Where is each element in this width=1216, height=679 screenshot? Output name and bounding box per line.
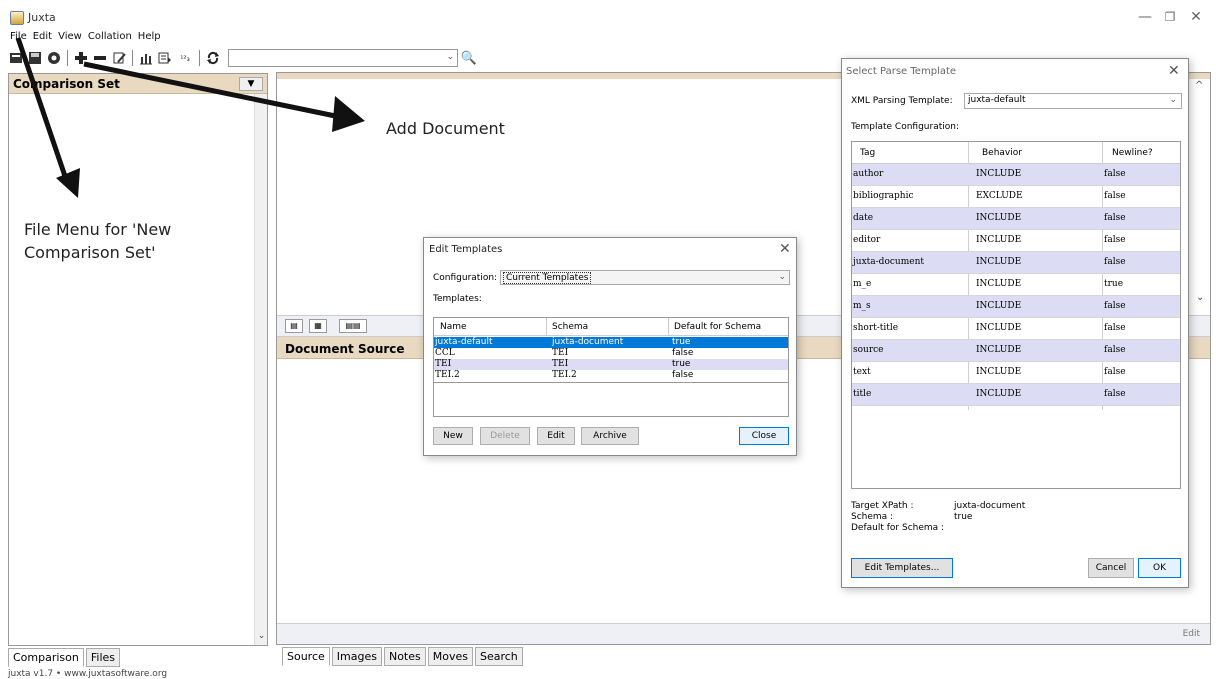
- cell-behavior: EXCLUDE: [976, 191, 1023, 201]
- xml-template-label: XML Parsing Template:: [851, 96, 953, 106]
- edit-templates-button[interactable]: Edit Templates...: [851, 558, 953, 578]
- table-row[interactable]: text INCLUDE false: [852, 362, 1180, 384]
- default-schema-label: Default for Schema :: [851, 523, 945, 533]
- close-button[interactable]: Close: [739, 427, 789, 445]
- cell-behavior: INCLUDE: [976, 323, 1022, 333]
- close-icon[interactable]: ✕: [1168, 63, 1180, 79]
- scroll-down-icon[interactable]: ⌄: [1196, 292, 1204, 303]
- edit-templates-title: Edit Templates: [429, 244, 503, 255]
- cell-newline: false: [1104, 169, 1126, 179]
- cell-tag: short-title: [853, 323, 899, 333]
- cell-behavior: INCLUDE: [976, 213, 1022, 223]
- scroll-up-icon[interactable]: ^: [1195, 80, 1203, 91]
- cell-behavior: INCLUDE: [976, 279, 1022, 289]
- configuration-label: Configuration:: [433, 273, 498, 283]
- chevron-down-icon[interactable]: ⌄: [778, 272, 786, 282]
- templates-label: Templates:: [433, 294, 482, 304]
- column-tag[interactable]: Tag: [860, 148, 875, 158]
- close-icon[interactable]: ✕: [779, 241, 791, 257]
- cell-tag: bibliographic: [853, 191, 914, 201]
- ok-button[interactable]: OK: [1138, 558, 1181, 578]
- cell-newline: false: [1104, 257, 1126, 267]
- column-name[interactable]: Name: [440, 322, 467, 332]
- cell-behavior: INCLUDE: [976, 169, 1022, 179]
- cell-behavior: INCLUDE: [976, 257, 1022, 267]
- cell-tag: m_s: [853, 301, 871, 311]
- table-row[interactable]: source INCLUDE false: [852, 340, 1180, 362]
- cancel-button[interactable]: Cancel: [1088, 558, 1134, 578]
- cell-newline: false: [1104, 301, 1126, 311]
- cell-behavior: INCLUDE: [976, 301, 1022, 311]
- column-newline[interactable]: Newline?: [1112, 148, 1153, 158]
- cell-newline: false: [1104, 235, 1126, 245]
- cell-newline: false: [1104, 213, 1126, 223]
- cell-behavior: INCLUDE: [976, 235, 1022, 245]
- arrow-file-menu: [15, 37, 71, 186]
- column-schema[interactable]: Schema: [552, 322, 588, 332]
- cell-behavior: INCLUDE: [976, 367, 1022, 377]
- cell-behavior: INCLUDE: [976, 389, 1022, 399]
- cell-tag: m_e: [853, 279, 872, 289]
- table-row[interactable]: author INCLUDE false: [852, 164, 1180, 186]
- target-xpath-value: juxta-document: [954, 501, 1026, 511]
- edit-button[interactable]: Edit: [537, 427, 575, 445]
- cell-behavior: INCLUDE: [976, 345, 1022, 355]
- configuration-select[interactable]: Current Templates ⌄: [500, 270, 790, 285]
- column-default[interactable]: Default for Schema: [674, 322, 761, 332]
- table-row[interactable]: bibliographic EXCLUDE false: [852, 186, 1180, 208]
- arrow-add-document-head: [332, 96, 365, 132]
- cell-newline: false: [1104, 323, 1126, 333]
- template-config-label: Template Configuration:: [851, 122, 959, 132]
- select-parse-template-dialog: Select Parse Template ✕ XML Parsing Temp…: [841, 58, 1189, 588]
- cell-tag: title: [853, 389, 872, 399]
- schema-label: Schema :: [851, 512, 894, 522]
- config-table-header: Tag Behavior Newline?: [852, 142, 1180, 164]
- new-button[interactable]: New: [433, 427, 473, 445]
- cell-tag: juxta-document: [853, 257, 924, 267]
- table-row[interactable]: CCL TEI false: [434, 348, 788, 359]
- cell-tag: text: [853, 367, 871, 377]
- cell-tag: editor: [853, 235, 881, 245]
- configuration-value: Current Templates: [503, 272, 592, 284]
- table-row[interactable]: m_s INCLUDE false: [852, 296, 1180, 318]
- table-row[interactable]: juxta-default juxta-document true: [434, 337, 788, 348]
- chevron-down-icon[interactable]: ⌄: [1169, 95, 1177, 105]
- table-row[interactable]: title INCLUDE false: [852, 384, 1180, 406]
- table-row[interactable]: TEI.2 TEI.2 false: [434, 370, 788, 381]
- arrow-file-menu-head: [56, 168, 80, 198]
- edit-templates-dialog: Edit Templates ✕ Configuration: Current …: [423, 237, 797, 456]
- table-row[interactable]: TEI TEI true: [434, 359, 788, 370]
- target-xpath-label: Target XPath :: [851, 501, 914, 511]
- cell-tag: source: [853, 345, 884, 355]
- column-behavior[interactable]: Behavior: [982, 148, 1022, 158]
- table-row[interactable]: short-title INCLUDE false: [852, 318, 1180, 340]
- cell-newline: false: [1104, 389, 1126, 399]
- cell-newline: false: [1104, 367, 1126, 377]
- table-row[interactable]: m_e INCLUDE true: [852, 274, 1180, 296]
- parse-template-title: Select Parse Template: [846, 66, 957, 77]
- table-row[interactable]: date INCLUDE false: [852, 208, 1180, 230]
- delete-button[interactable]: Delete: [480, 427, 530, 445]
- template-config-table: Tag Behavior Newline? author INCLUDE false…: [851, 141, 1181, 489]
- arrow-add-document: [83, 61, 346, 121]
- archive-button[interactable]: Archive: [581, 427, 639, 445]
- templates-table: Name Schema Default for Schema juxta-def…: [433, 317, 789, 417]
- cell-newline: true: [1104, 279, 1124, 289]
- cell-newline: false: [1104, 345, 1126, 355]
- cell-tag: author: [853, 169, 884, 179]
- templates-table-header: Name Schema Default for Schema: [434, 318, 788, 336]
- cell-newline: false: [1104, 191, 1126, 201]
- schema-value: true: [954, 512, 973, 522]
- table-row[interactable]: editor INCLUDE false: [852, 230, 1180, 252]
- cell-tag: date: [853, 213, 874, 223]
- xml-template-value: juxta-default: [968, 95, 1026, 105]
- table-row[interactable]: juxta-document INCLUDE false: [852, 252, 1180, 274]
- xml-template-select[interactable]: juxta-default ⌄: [964, 93, 1182, 109]
